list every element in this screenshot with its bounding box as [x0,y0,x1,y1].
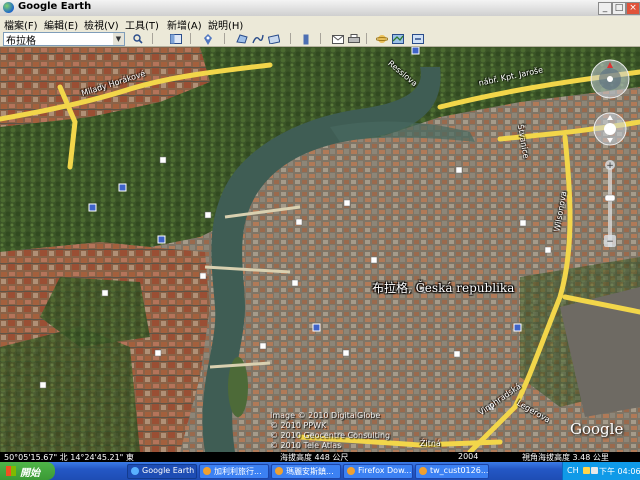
image-credit: Image © 2010 DigitalGlobe [270,411,381,420]
search-input[interactable] [6,33,110,45]
system-tray: CH 下午 04:06 [562,462,640,480]
task-window[interactable]: 瑪麗安斯鎮... [271,464,341,479]
taskbar: 開始 Google Earth 加利利旅行... 瑪麗安斯鎮... Firefo… [0,462,640,480]
road-label: Žitná [420,439,441,448]
menu-view[interactable]: 檢視(V) [84,17,119,32]
chevron-down-icon[interactable]: ▼ [113,33,124,45]
menu-edit[interactable]: 編輯(E) [44,17,78,32]
path-icon[interactable] [250,32,266,46]
firefox-icon [419,467,427,475]
windows-logo-icon [6,466,16,476]
clock: 下午 04:06 [599,467,640,476]
google-earth-icon [3,2,14,13]
menu-bar: 檔案(F) 編輯(E) 檢視(V) 工具(T) 新增(A) 說明(H) [0,16,640,32]
language-indicator[interactable]: CH [567,466,579,475]
satellite-imagery [0,47,640,452]
window-title: Google Earth [18,1,92,12]
overlay-icon[interactable] [266,32,282,46]
image-credit: © 2010 PPWK [270,421,327,430]
compass-ring[interactable] [590,59,630,99]
firefox-icon [203,467,211,475]
toolbar: ▼ [0,31,640,47]
place-label[interactable]: 布拉格, Česká republika [372,279,514,296]
menu-file[interactable]: 檔案(F) [4,17,38,32]
zoom-slider[interactable]: + − [604,160,616,247]
firefox-icon [347,467,355,475]
svg-text:−: − [606,237,614,247]
maximize-icon[interactable]: □ [612,2,626,15]
close-icon[interactable]: × [626,2,640,15]
firefox-icon [275,467,283,475]
network-icon[interactable] [583,467,590,474]
menu-help[interactable]: 說明(H) [208,17,243,32]
svg-text:+: + [606,161,614,171]
menu-tools[interactable]: 工具(T) [125,17,159,32]
google-earth-icon [131,467,139,475]
placemark-icon[interactable] [200,32,216,46]
minimize-icon[interactable]: _ [598,2,612,15]
imagery-year: 2004 [458,452,479,461]
print-icon[interactable] [346,32,362,46]
search-box[interactable]: ▼ [3,32,125,46]
search-icon[interactable] [130,32,146,46]
image-credit: © 2010 Geocentre Consulting [270,431,391,440]
polygon-icon[interactable] [234,32,250,46]
task-google-earth[interactable]: Google Earth [127,464,197,479]
task-window[interactable]: 加利利旅行... [199,464,269,479]
navigation-controls: + − [590,59,630,247]
task-window[interactable]: tw_cust0126... [415,464,489,479]
sidebar-icon[interactable] [168,32,184,46]
task-window[interactable]: Firefox Dow... [343,464,413,479]
status-bar: 50°05'15.67" 北 14°24'45.21" 東 海拔高度 448 公… [0,452,640,462]
menu-add[interactable]: 新增(A) [167,17,202,32]
maps-icon[interactable] [390,32,406,46]
sky-icon[interactable] [374,32,390,46]
email-icon[interactable] [330,32,346,46]
map-view[interactable]: 布拉格, Česká republika Milady Horákové náb… [0,47,640,452]
title-bar[interactable]: Google Earth _ □ × [0,0,640,17]
google-logo: Google [570,420,624,438]
image-credit: © 2010 Tele Atlas [270,441,342,450]
tour-icon[interactable] [410,32,426,46]
volume-icon[interactable] [591,467,598,474]
look-joystick[interactable] [593,112,627,146]
ruler-icon[interactable] [298,32,314,46]
start-button[interactable]: 開始 [0,462,55,480]
